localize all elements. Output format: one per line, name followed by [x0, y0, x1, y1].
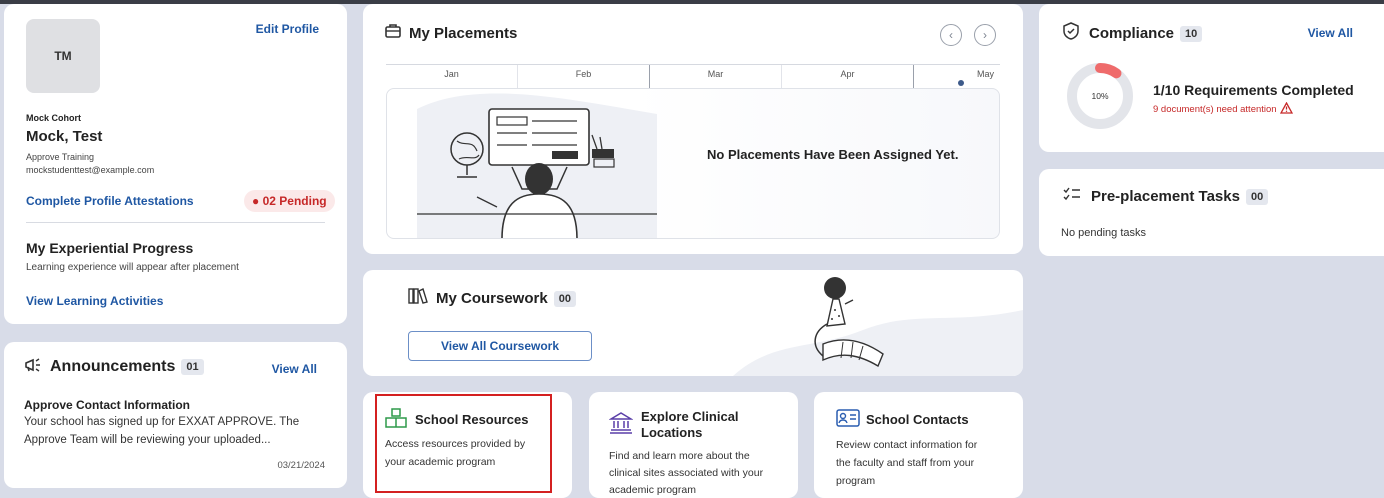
coursework-card: My Coursework 00 View All Coursework	[363, 270, 1023, 376]
placements-header: My Placements	[385, 24, 517, 43]
announcement-date: 03/21/2024	[277, 460, 325, 471]
pending-badge: ● 02 Pending	[244, 190, 335, 212]
announcements-header: Announcements 01	[24, 358, 204, 376]
reading-person-illustration	[814, 277, 884, 368]
no-pending-tasks: No pending tasks	[1061, 227, 1146, 239]
announcements-view-all[interactable]: View All	[272, 362, 317, 376]
month-apr: Apr	[782, 65, 914, 90]
explore-clinical-desc-2: clinical sites associated with your	[609, 467, 764, 479]
preplacement-title: Pre-placement Tasks	[1091, 188, 1240, 205]
no-placements-message: No Placements Have Been Assigned Yet.	[707, 147, 959, 162]
divider	[26, 222, 325, 223]
school-contacts-tile[interactable]: School Contacts Review contact informati…	[814, 392, 1023, 498]
placements-card: My Placements ‹ › Jan Feb Mar Apr May No…	[363, 4, 1023, 254]
view-all-coursework-button[interactable]: View All Coursework	[408, 331, 592, 361]
briefcase-icon	[385, 24, 401, 43]
avatar[interactable]: TM	[26, 19, 100, 93]
placements-empty-panel: No Placements Have Been Assigned Yet.	[386, 88, 1000, 239]
month-may: May	[914, 65, 1000, 90]
explore-clinical-title-line-1: Explore Clinical	[641, 409, 739, 424]
current-month-dot	[958, 80, 964, 86]
program-label: Approve Training	[26, 152, 95, 162]
compliance-card: Compliance 10 View All 10% 1/10 Requirem…	[1039, 4, 1384, 152]
month-mar: Mar	[650, 65, 782, 90]
coursework-title: My Coursework	[436, 290, 548, 307]
attention-text: 9 document(s) need attention	[1153, 104, 1277, 115]
announcement-body-line-2: Approve Team will be reviewing your uplo…	[24, 434, 271, 446]
student-at-computer-illustration	[417, 93, 657, 238]
progress-title: My Experiential Progress	[26, 240, 194, 256]
explore-clinical-title-line-2: Locations	[641, 425, 703, 440]
school-contacts-title: School Contacts	[866, 412, 969, 427]
previous-arrow-button[interactable]: ‹	[940, 24, 962, 46]
explore-clinical-desc-1: Find and learn more about the	[609, 450, 750, 462]
announcements-title: Announcements	[50, 358, 176, 375]
coursework-header: My Coursework 00	[408, 288, 576, 309]
school-contacts-desc-2: the faculty and staff from your	[836, 457, 975, 469]
attention-note: 9 document(s) need attention	[1153, 101, 1293, 117]
compliance-header: Compliance 10	[1063, 22, 1203, 45]
building-icon	[608, 412, 634, 439]
attestations-link[interactable]: Complete Profile Attestations	[26, 194, 194, 208]
progress-desc: Learning experience will appear after pl…	[26, 262, 239, 273]
announcements-card: Announcements 01 View All Approve Contac…	[4, 342, 347, 488]
school-resources-desc-2: your academic program	[385, 456, 496, 468]
coursework-count: 00	[553, 290, 576, 307]
month-jan: Jan	[386, 65, 518, 90]
cohort-label: Mock Cohort	[26, 113, 81, 123]
month-timeline: Jan Feb Mar Apr May	[386, 64, 1000, 90]
email-label: mockstudenttest@example.com	[26, 165, 155, 175]
requirements-completed: 1/10 Requirements Completed	[1153, 82, 1354, 98]
megaphone-icon	[24, 358, 42, 376]
compliance-count: 10	[1180, 25, 1203, 42]
explore-clinical-title: Explore Clinical Locations	[641, 409, 739, 441]
compliance-percent-label: 10%	[1091, 91, 1108, 101]
explore-clinical-locations-tile[interactable]: Explore Clinical Locations Find and lear…	[589, 392, 798, 498]
next-arrow-button[interactable]: ›	[974, 24, 996, 46]
checklist-icon	[1063, 187, 1081, 206]
pending-dot-icon: ●	[252, 194, 260, 208]
school-contacts-desc-1: Review contact information for	[836, 439, 978, 451]
books-icon	[408, 288, 428, 309]
warning-triangle-icon	[1279, 101, 1293, 117]
profile-card: TM Edit Profile Mock Cohort Mock, Test A…	[4, 4, 347, 324]
placements-title: My Placements	[409, 25, 518, 42]
pending-text: 02 Pending	[262, 194, 327, 208]
preplacement-tasks-card: Pre-placement Tasks 00 No pending tasks	[1039, 169, 1384, 256]
compliance-title: Compliance	[1089, 25, 1175, 42]
explore-clinical-desc-3: academic program	[609, 484, 696, 496]
shield-check-icon	[1063, 22, 1079, 45]
contact-card-icon	[836, 409, 860, 432]
announcement-title[interactable]: Approve Contact Information	[24, 398, 190, 412]
school-resources-tile[interactable]: School Resources Access resources provid…	[363, 392, 572, 498]
compliance-view-all[interactable]: View All	[1308, 26, 1353, 40]
preplacement-count: 00	[1245, 188, 1269, 205]
edit-profile-link[interactable]: Edit Profile	[256, 22, 319, 36]
student-name: Mock, Test	[26, 128, 103, 145]
school-contacts-desc-3: program	[836, 475, 876, 487]
chevron-left-icon: ‹	[949, 28, 953, 42]
chevron-right-icon: ›	[983, 28, 987, 42]
announcements-count: 01	[181, 359, 204, 375]
announcement-body-line-1: Your school has signed up for EXXAT APPR…	[24, 416, 300, 428]
avatar-initials: TM	[54, 49, 72, 63]
view-learning-activities-link[interactable]: View Learning Activities	[26, 294, 163, 308]
compliance-progress-ring: 10%	[1067, 63, 1133, 129]
book-resource-icon	[385, 408, 407, 433]
month-feb: Feb	[518, 65, 650, 90]
school-resources-title: School Resources	[415, 412, 529, 427]
school-resources-desc-1: Access resources provided by	[385, 438, 526, 450]
preplacement-header: Pre-placement Tasks 00	[1063, 187, 1269, 206]
